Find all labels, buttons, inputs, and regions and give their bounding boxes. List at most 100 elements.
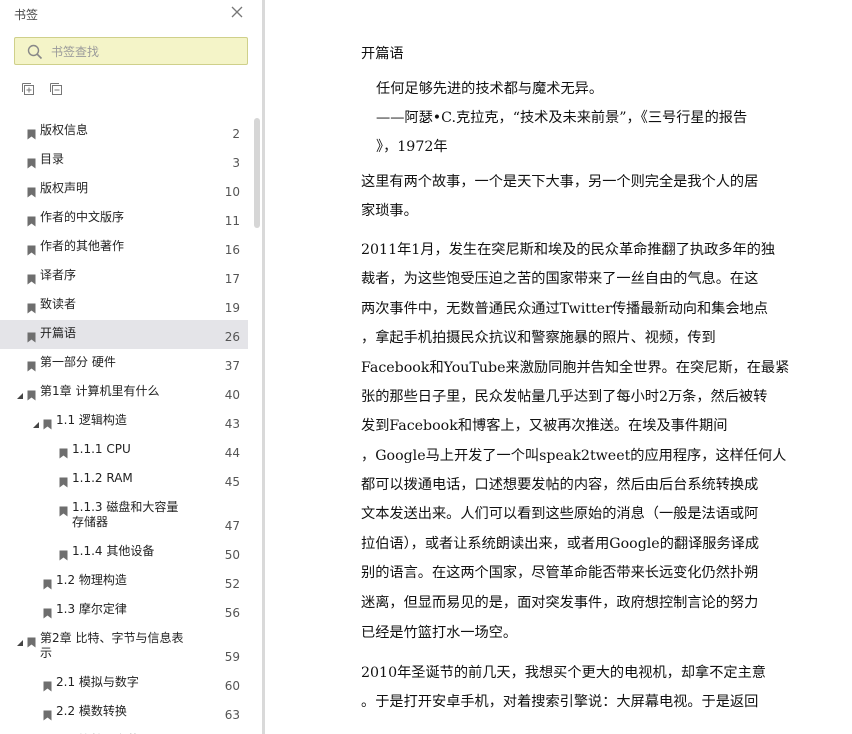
document-line: 发到Facebook和博客上，又被再次推送。在埃及事件期间 [361,418,728,434]
bookmark-page-number: 63 [224,708,240,722]
bookmark-page-number: 17 [224,272,240,286]
bookmark-item[interactable]: 2.1 模拟与数字 60 [0,669,248,698]
bookmark-page-number: 26 [224,330,240,344]
bookmark-item[interactable]: 第1章 计算机里有什么 40 [0,378,248,407]
bookmark-page-number: 44 [224,446,240,460]
document-line: 家琐事。 [361,203,418,219]
bookmark-label: 致读者 [40,297,77,311]
bookmark-label: 译者序 [40,268,77,282]
document-line: Facebook和YouTube来激励同胞并告知全世界。在突尼斯，在最紧 [361,360,790,376]
collapse-caret-icon[interactable] [16,632,24,646]
bookmark-label: 2.1 模拟与数字 [56,675,139,689]
bookmark-icon [59,444,68,459]
bookmark-item[interactable]: 目录 3 [0,146,248,175]
bookmark-item[interactable]: 第一部分 硬件 37 [0,349,248,378]
bookmark-icon [27,357,36,372]
document-line: 拉伯语），或者让系统朗读出来，或者用Google的翻译服务译成 [361,536,760,552]
bookmark-page-number: 10 [224,185,240,199]
bookmark-page-number: 37 [224,359,240,373]
bookmark-item[interactable]: 版权声明 10 [0,175,248,204]
document-line: ，拿起手机拍摄民众抗议和警察施暴的照片、视频，传到 [361,330,716,346]
bookmark-item[interactable]: 1.1.4 其他设备 50 [0,538,248,567]
bookmark-item[interactable]: 1.1.2 RAM 45 [0,465,248,494]
bookmark-item[interactable]: 开篇语 26 [0,320,248,349]
bookmark-page-number: 56 [224,606,240,620]
close-icon[interactable] [230,5,244,19]
bookmark-icon [43,706,52,721]
bookmark-label: 目录 [40,152,65,166]
bookmark-label: 第1章 计算机里有什么 [40,384,160,398]
collapse-caret-icon[interactable] [16,385,24,399]
bookmark-icon [59,502,68,517]
bookmark-label: 1.1.4 其他设备 [72,544,155,558]
bookmark-search-input[interactable] [51,43,241,60]
bookmark-label: 1.3 摩尔定律 [56,602,127,616]
document-line: 2011年1月，发生在突尼斯和埃及的民众革命推翻了执政多年的独 [361,242,776,258]
document-line: ，Google马上开发了一个叫speak2tweet的应用程序，这样任何人 [361,448,787,464]
document-line: 别的语言。在这两个国家，尽管革命能否带来长远变化仍然扑朔 [361,565,759,581]
bookmark-item[interactable]: 作者的中文版序 11 [0,204,248,233]
bookmark-icon [27,241,36,256]
document-line: 两次事件中，无数普通民众通过Twitter传播最新动向和集会地点 [361,301,768,317]
bookmark-page-number: 43 [224,417,240,431]
document-line: 张的那些日子里，民众发帖量几乎达到了每小时2万条，然后被转 [361,389,768,405]
document-line: 都可以拨通电话，口述想要发帖的内容，然后由后台系统转换成 [361,477,759,493]
bookmark-item[interactable]: 2.2 模数转换 63 [0,698,248,727]
bookmark-page-number: 52 [224,577,240,591]
bookmark-label: 版权声明 [40,181,89,195]
bookmark-label: 第2章 比特、字节与信息表示 [40,631,184,660]
bookmark-icon [59,473,68,488]
bookmark-page-number: 16 [224,243,240,257]
bookmark-page-number: 11 [224,214,240,228]
bookmark-icon [27,125,36,140]
bookmark-icon [27,386,36,401]
bookmark-page-number: 50 [224,548,240,562]
document-line: 文本发送出来。人们可以看到这些原始的消息（一般是法语或阿 [361,506,759,522]
bookmark-label: 1.1.1 CPU [72,442,131,456]
collapse-caret-icon[interactable] [32,414,40,428]
bookmark-panel: 书签 版权信息 2 目录 3 版权声明 10 作者的中文版序 11 作者的其他著作 16 译者序 17… [0,0,262,734]
bookmark-icon [43,415,52,430]
expand-all-icon[interactable] [21,82,35,96]
bookmark-label: 2.2 模数转换 [56,704,127,718]
bookmark-page-number: 40 [224,388,240,402]
bookmark-item[interactable]: 1.1 逻辑构造 43 [0,407,248,436]
bookmark-item[interactable]: 第2章 比特、字节与信息表示 59 [0,625,248,669]
bookmark-label: 1.2 物理构造 [56,573,127,587]
bookmark-item[interactable]: 致读者 19 [0,291,248,320]
bookmark-label: 版权信息 [40,123,89,137]
bookmark-page-number: 59 [224,650,240,664]
bookmark-item[interactable]: 版权信息 2 [0,117,248,146]
bookmark-panel-header: 书签 [0,0,262,28]
bookmark-item[interactable]: 译者序 17 [0,262,248,291]
bookmark-page-number: 19 [224,301,240,315]
bookmark-page-number: 45 [224,475,240,489]
bookmark-search-box[interactable] [14,37,248,65]
bookmark-label: 作者的中文版序 [40,210,125,224]
document-line: 。于是打开安卓手机，对着搜索引擎说：大屏幕电视。于是返回 [361,694,759,710]
bookmark-label: 作者的其他著作 [40,239,125,253]
bookmark-label: 1.1.3 磁盘和大容量存储器 [72,500,179,529]
bookmark-icon [27,183,36,198]
bookmark-item[interactable]: 作者的其他著作 16 [0,233,248,262]
bookmark-item[interactable]: 1.1.3 磁盘和大容量存储器 47 [0,494,248,538]
bookmark-item[interactable]: 2.3 比特、字节与二进 [0,727,248,734]
bookmark-label: 第一部分 硬件 [40,355,116,369]
bookmark-page-number: 60 [224,679,240,693]
sidebar-scrollbar-thumb[interactable] [254,118,260,228]
bookmark-label: 1.1 逻辑构造 [56,413,127,427]
search-icon [27,44,43,60]
bookmark-icon [43,677,52,692]
bookmark-icon [27,633,36,648]
bookmark-label: 开篇语 [40,326,77,340]
bookmark-item[interactable]: 1.3 摩尔定律 56 [0,596,248,625]
collapse-all-icon[interactable] [49,82,63,96]
bookmark-icon [43,604,52,619]
document-line: 裁者，为这些饱受压迫之苦的国家带来了一丝自由的气息。在这 [361,271,759,287]
document-line: 已经是竹篮打水一场空。 [361,625,518,641]
bookmark-icon [43,575,52,590]
bookmark-item[interactable]: 1.2 物理构造 52 [0,567,248,596]
bookmark-item[interactable]: 1.1.1 CPU 44 [0,436,248,465]
bookmark-page-number: 3 [232,156,240,170]
bookmark-page-number: 47 [224,519,240,533]
